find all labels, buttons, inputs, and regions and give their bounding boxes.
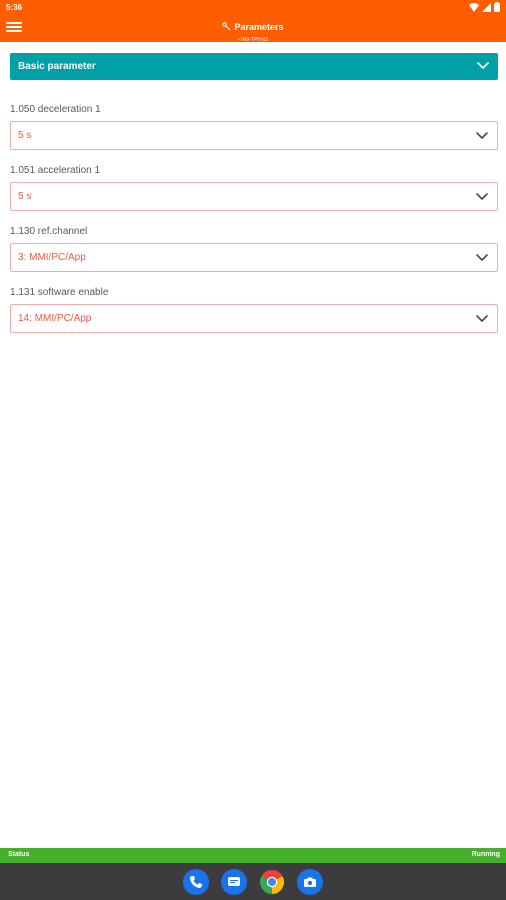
chevron-down-icon [476, 132, 488, 139]
chevron-down-icon [477, 62, 489, 69]
app-dock [0, 869, 506, 895]
messages-icon[interactable] [221, 869, 247, 895]
parameter-label: 1.131 software enable [10, 287, 109, 298]
device-subtitle: • INV-TPH-02 [237, 37, 269, 43]
parameter-label: 1.050 deceleration 1 [10, 104, 101, 115]
app-screen: 5:36 Parameters • INV-TPH-02 Basic param… [0, 0, 506, 900]
phone-icon[interactable] [183, 869, 209, 895]
system-nav-bar [0, 863, 506, 900]
chevron-down-icon [476, 254, 488, 261]
parameter-value: 5 s [18, 191, 32, 202]
section-title: Basic parameter [18, 61, 96, 72]
app-bar: Parameters • INV-TPH-02 [0, 14, 506, 43]
status-label: Status [8, 851, 30, 858]
chrome-icon[interactable] [259, 869, 285, 895]
status-footer-bar: Status Running [0, 848, 506, 863]
ref-channel-select[interactable]: 3: MMI/PC/App [10, 243, 498, 272]
page-title: Parameters [234, 21, 284, 32]
parameter-value: 3: MMI/PC/App [18, 252, 86, 263]
status-time: 5:36 [6, 3, 23, 12]
parameter-label: 1.051 acceleration 1 [10, 165, 101, 176]
app-title-block: Parameters • INV-TPH-02 [0, 18, 506, 43]
parameter-value: 5 s [18, 130, 32, 141]
cellular-signal-icon [482, 2, 491, 12]
acceleration-select[interactable]: 5 s [10, 182, 498, 211]
camera-icon[interactable] [297, 869, 323, 895]
parameter-label: 1.130 ref.channel [10, 226, 88, 237]
software-enable-select[interactable]: 14: MMI/PC/App [10, 304, 498, 333]
deceleration-select[interactable]: 5 s [10, 121, 498, 150]
status-icons [469, 2, 500, 12]
basic-parameter-section-header[interactable]: Basic parameter [10, 53, 498, 80]
parameter-value: 14: MMI/PC/App [18, 313, 92, 324]
chevron-down-icon [476, 315, 488, 322]
parameters-icon [222, 22, 231, 31]
wifi-icon [469, 2, 479, 12]
chevron-down-icon [476, 193, 488, 200]
status-value: Running [471, 851, 500, 858]
battery-icon [494, 2, 500, 12]
system-status-bar: 5:36 [0, 0, 506, 14]
